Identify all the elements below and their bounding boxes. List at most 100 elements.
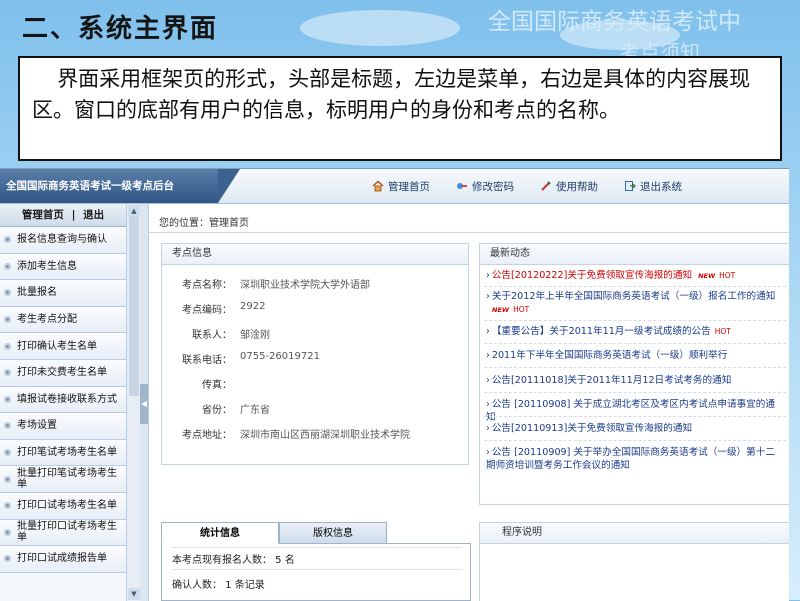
divider [172, 569, 462, 570]
news-item[interactable]: › 2011年下半年全国国际商务英语考试（一级）顺利举行 [486, 349, 784, 362]
nav-logout-link[interactable]: 退出系统 [624, 177, 682, 195]
sidebar-item-batch-registration[interactable]: 批量报名 [0, 280, 126, 307]
info-label: 考点名称： [182, 280, 232, 291]
news-item[interactable]: › 【重要公告】关于2011年11月一级考试成绩的公告 HOT [486, 325, 784, 338]
sidebar-logout-link[interactable]: 退出 [83, 209, 104, 221]
background-cloud [300, 10, 460, 46]
sidebar: 管理首页 | 退出 报名信息查询与确认 添加考生信息 批量报名 考生考点分配 打… [0, 204, 141, 601]
arrow-icon: › [486, 375, 490, 386]
news-item-text: 公告 [20110909] 关于举办全国国际商务英语考试（一级）第十二期师资培训… [486, 447, 775, 471]
arrow-icon: › [486, 423, 490, 434]
top-bar: 全国国际商务英语考试一级考点后台 管理首页 修改密码 使用帮助 退出系统 [0, 169, 789, 204]
sidebar-item-print-confirmed[interactable]: 打印确认考生名单 [0, 333, 126, 360]
description-box: 界面采用框架页的形式，头部是标题，左边是菜单，右边是具体的内容展现区。窗口的底部… [18, 56, 782, 161]
bullet-icon [4, 289, 11, 297]
news-item[interactable]: › 公告[20120222]关于免费领取宣传海报的通知 NEW HOT [486, 269, 784, 283]
bullet-icon [4, 502, 11, 510]
breadcrumb: 您的位置：管理首页 [159, 218, 249, 229]
sidebar-item-label: 批量报名 [17, 287, 57, 299]
hot-badge: HOT [714, 327, 731, 336]
sidebar-item-print-oral-report[interactable]: 打印口试成绩报告单 [0, 546, 126, 573]
sidebar-item-add-candidate[interactable]: 添加考生信息 [0, 253, 126, 281]
tab-copyright[interactable]: 版权信息 [279, 522, 387, 544]
logout-icon [625, 181, 636, 191]
sidebar-home-link[interactable]: 管理首页 [22, 209, 64, 221]
bullet-icon [4, 369, 11, 377]
program-header: 程序说明 [480, 523, 789, 544]
info-row: 联系人： 邹淦刚 [172, 326, 270, 342]
sidebar-item-label: 打印口试考场考生名单 [17, 500, 117, 512]
hot-badge: HOT [719, 271, 736, 280]
stat-confirmed-count: 确认人数： 1 条记录 [172, 580, 265, 591]
sidebar-item-room-settings[interactable]: 考场设置 [0, 413, 126, 440]
divider [172, 547, 462, 548]
home-icon [372, 180, 384, 192]
new-badge: NEW [492, 306, 510, 314]
watermark-text: 全国国际商务英语考试中 [488, 9, 741, 35]
news-item-text: 关于2012年上半年全国国际商务英语考试（一级）报名工作的通知 [491, 291, 776, 302]
sidebar-item-print-written-list[interactable]: 打印笔试考场考生名单 [0, 439, 126, 467]
news-item[interactable]: › 公告 [20110909] 关于举办全国国际商务英语考试（一级）第十二期师资培… [486, 446, 784, 472]
sidebar-item-batch-print-written[interactable]: 批量打印笔试考场考生单 [0, 466, 126, 493]
sidebar-item-label: 考场设置 [17, 420, 57, 432]
nav-help-link[interactable]: 使用帮助 [540, 177, 598, 195]
sidebar-item-label: 批量打印笔试考场考生单 [17, 468, 117, 491]
sidebar-header: 管理首页 | 退出 [0, 204, 126, 227]
sidebar-item-registration-query[interactable]: 报名信息查询与确认 [0, 227, 126, 254]
divider [484, 286, 786, 287]
slide-title: 二、系统主界面 [22, 14, 219, 44]
info-row: 考点地址： 深圳市南山区西丽湖深圳职业技术学院 [172, 426, 410, 442]
sidebar-item-print-oral-list[interactable]: 打印口试考场考生名单 [0, 492, 126, 520]
divider [484, 440, 786, 441]
frame-splitter[interactable]: ◀ [140, 204, 149, 601]
site-info-header: 考点信息 [162, 244, 468, 265]
info-label: 考点编码： [182, 305, 232, 316]
info-value: 0755-26019721 [240, 351, 320, 362]
arrow-icon: › [486, 291, 490, 302]
info-row: 省份： 广东省 [172, 401, 270, 417]
info-row: 考点名称： 深圳职业技术学院大学外语部 [172, 276, 370, 292]
divider [484, 392, 786, 393]
sidebar-item-paper-contact[interactable]: 填报试卷接收联系方式 [0, 386, 126, 414]
arrow-icon: › [486, 350, 490, 361]
news-item[interactable]: › 公告 [20110908] 关于成立湖北考区及考区内考试点申请事宜的通知 [486, 398, 784, 424]
sidebar-item-label: 打印确认考生名单 [17, 340, 97, 352]
arrow-icon: › [486, 326, 490, 337]
news-item[interactable]: › 关于2012年上半年全国国际商务英语考试（一级）报名工作的通知 NEW HOT [486, 290, 784, 317]
news-header: 最新动态 [480, 244, 789, 265]
tab-content: 本考点现有报名人数： 5 名 确认人数： 1 条记录 [161, 543, 471, 601]
info-row: 考点编码： 2922 [172, 301, 265, 317]
bullet-icon [4, 528, 11, 536]
info-value: 深圳市南山区西丽湖深圳职业技术学院 [240, 430, 410, 441]
sidebar-scrollbar[interactable]: ▲ ▼ [126, 204, 141, 601]
main-content: 您的位置：管理首页 考点信息 考点名称： 深圳职业技术学院大学外语部 考点编码：… [149, 204, 789, 601]
sidebar-item-label: 打印口试成绩报告单 [17, 553, 107, 565]
help-icon [541, 181, 551, 191]
sidebar-item-batch-print-oral[interactable]: 批量打印口试考场考生单 [0, 519, 126, 547]
news-item[interactable]: › 公告[20111018]关于2011年11月12日考试考务的通知 [486, 374, 784, 387]
nav-change-password-link[interactable]: 修改密码 [456, 177, 514, 195]
scroll-down-arrow-icon[interactable]: ▼ [128, 588, 140, 600]
sidebar-item-site-assignment[interactable]: 考生考点分配 [0, 306, 126, 334]
tab-statistics[interactable]: 统计信息 [161, 522, 279, 544]
scroll-thumb[interactable] [129, 216, 139, 396]
nav-home-label: 管理首页 [388, 180, 430, 193]
divider [484, 320, 786, 321]
info-label: 联系电话： [182, 355, 232, 366]
info-value: 邹淦刚 [240, 330, 270, 341]
news-item-text: 公告[20111018]关于2011年11月12日考试考务的通知 [491, 375, 732, 386]
info-row: 联系电话： 0755-26019721 [172, 351, 320, 367]
news-item[interactable]: › 公告[20110913]关于免费领取宣传海报的通知 [486, 422, 784, 435]
sidebar-item-print-unpaid[interactable]: 打印未交费考生名单 [0, 359, 126, 387]
brand-decoration [218, 169, 240, 203]
sidebar-item-label: 批量打印口试考场考生单 [17, 521, 117, 544]
nav-logout-label: 退出系统 [640, 180, 682, 193]
bullet-icon [4, 555, 11, 563]
info-label: 考点地址： [182, 430, 232, 441]
sidebar-menu: 报名信息查询与确认 添加考生信息 批量报名 考生考点分配 打印确认考生名单 打印… [0, 227, 126, 573]
news-item-text: 公告[20120222]关于免费领取宣传海报的通知 [491, 270, 693, 281]
news-panel: 最新动态 › 公告[20120222]关于免费领取宣传海报的通知 NEW HOT › 关… [479, 243, 789, 505]
collapse-arrow-icon[interactable]: ◀ [140, 384, 148, 424]
nav-home-link[interactable]: 管理首页 [372, 177, 430, 195]
news-item-text: 【重要公告】关于2011年11月一级考试成绩的公告 [491, 326, 711, 337]
